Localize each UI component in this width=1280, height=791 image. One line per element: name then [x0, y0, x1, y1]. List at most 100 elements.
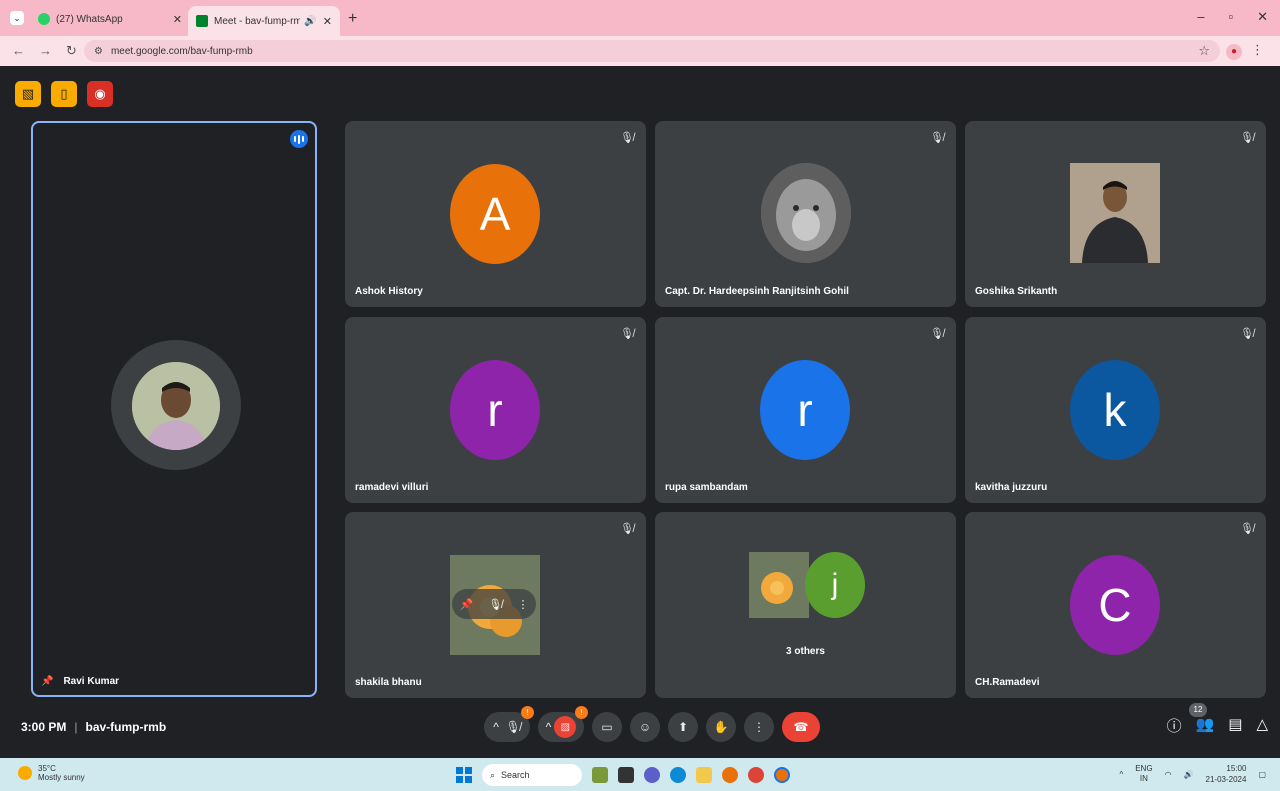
avatar: r [450, 360, 540, 460]
teams-icon[interactable] [644, 767, 660, 783]
mic-off-icon: 🎙︎̸ [930, 328, 944, 340]
participant-name: 📌 Ravi Kumar [41, 676, 119, 687]
present-button[interactable]: ⬆ [668, 712, 698, 742]
speaking-indicator-icon [290, 130, 308, 148]
language-indicator[interactable]: ENG IN [1135, 764, 1152, 784]
participant-tile[interactable]: 🎙︎̸ Goshika Srikanth [965, 121, 1266, 307]
participant-tile[interactable]: 🎙︎̸ Capt. Dr. Hardeepsinh Ranjitsinh Goh… [655, 121, 956, 307]
maximize-button[interactable]: ▫ [1228, 9, 1233, 25]
present-icon: ⬆ [677, 720, 689, 734]
meeting-info: 3:00 PM | bav-fump-rmb [21, 720, 166, 734]
chrome-icon[interactable] [748, 767, 764, 783]
mic-off-icon: 🎙︎̸ [620, 132, 634, 144]
sun-icon [18, 766, 32, 780]
chevron-up-icon[interactable]: ^ [546, 720, 552, 734]
emoji-button[interactable]: ☺ [630, 712, 660, 742]
firefox-icon[interactable] [722, 767, 738, 783]
nav-buttons: ← → ↻ [12, 43, 77, 59]
bookmark-star-icon[interactable]: ☆ [1198, 43, 1210, 59]
clock[interactable]: 15:00 21-03-2024 [1206, 763, 1247, 785]
weather-widget[interactable]: 35°C Mostly sunny [18, 764, 85, 782]
notifications-icon[interactable]: ▢ [1258, 770, 1266, 779]
new-tab-button[interactable]: + [348, 10, 357, 28]
participant-tile[interactable]: 🎙︎̸ r ramadevi villuri [345, 317, 646, 503]
speaker-icon[interactable]: 🔊 [304, 16, 316, 27]
more-options-button[interactable]: ⋮ [744, 712, 774, 742]
avatar: k [1070, 360, 1160, 460]
more-options-icon: ⋮ [753, 720, 765, 734]
pinned-participant-tile[interactable]: 📌 Ravi Kumar [31, 121, 317, 697]
chevron-up-icon[interactable]: ^ [1119, 770, 1123, 779]
chrome-profile-icon[interactable] [774, 767, 790, 783]
mic-off-icon: 🎙︎̸ [1240, 132, 1254, 144]
close-window-button[interactable]: ✕ [1257, 9, 1268, 25]
forward-icon[interactable]: → [39, 43, 52, 59]
volume-icon[interactable]: 🔊 [1184, 770, 1194, 779]
mic-off-icon: 🎙︎̸ [1240, 523, 1254, 535]
others-tile[interactable]: j 3 others [655, 512, 956, 698]
activities-icon[interactable]: △ [1256, 715, 1268, 736]
wifi-icon[interactable]: ◠ [1165, 770, 1172, 779]
end-call-icon: ☎ [793, 720, 809, 734]
news-app-icon[interactable] [592, 767, 608, 783]
taskbar-search[interactable]: ⌕ Search [482, 764, 582, 786]
participant-tile[interactable]: 🎙︎̸ A Ashok History [345, 121, 646, 307]
task-view-icon[interactable] [618, 767, 634, 783]
door-icon[interactable]: ▯ [51, 81, 77, 107]
info-icon[interactable]: ⓘ [1167, 715, 1182, 736]
raise-hand-button[interactable]: ✋ [706, 712, 736, 742]
close-icon[interactable]: ✕ [323, 15, 332, 28]
avatar [749, 552, 809, 618]
participant-tile[interactable]: 🎙︎̸ r rupa sambandam [655, 317, 956, 503]
warning-badge: ! [575, 706, 588, 719]
mic-off-icon: 🎙︎̸ [1240, 328, 1254, 340]
leave-call-button[interactable]: ☎ [782, 712, 820, 742]
captions-icon: ▭ [601, 720, 613, 734]
back-icon[interactable]: ← [12, 43, 25, 59]
participant-tile[interactable]: 🎙︎̸ C CH.Ramadevi [965, 512, 1266, 698]
minimize-button[interactable]: – [1197, 9, 1204, 25]
chevron-up-icon[interactable]: ^ [493, 720, 499, 734]
file-explorer-icon[interactable] [696, 767, 712, 783]
participant-name: CH.Ramadevi [975, 677, 1040, 688]
url-input[interactable]: ⚙ meet.google.com/bav-fump-rmb [84, 40, 1220, 62]
clock-time: 15:00 [1226, 764, 1247, 773]
meet-top-icons: ▧ ▯ ◉ [15, 81, 113, 107]
people-icon[interactable]: 👥 [1196, 715, 1215, 736]
recording-icon[interactable]: ◉ [87, 81, 113, 107]
reload-icon[interactable]: ↻ [66, 43, 77, 59]
browser-menu-icon[interactable]: ⋮ [1251, 42, 1264, 58]
profile-avatar-icon[interactable]: ● [1226, 44, 1242, 60]
camera-button[interactable]: ^ ▧ ! [538, 706, 588, 742]
close-icon[interactable]: ✕ [173, 13, 182, 26]
avatar: j [805, 552, 865, 618]
mic-off-icon[interactable]: 🎙︎̸ [488, 598, 502, 611]
site-info-icon[interactable]: ⚙ [94, 46, 103, 57]
avatar: C [1070, 555, 1160, 655]
tile-hover-controls: 📌 🎙︎̸ ⋮ [452, 589, 536, 619]
participant-name: Goshika Srikanth [975, 286, 1058, 297]
call-controls: ^ 🎙︎̸ ! ^ ▧ ! ▭ ☺ ⬆ ✋ ⋮ ☎ [484, 706, 820, 742]
edge-icon[interactable] [670, 767, 686, 783]
address-bar-row: ← → ↻ ⚙ meet.google.com/bav-fump-rmb ☆ ●… [0, 36, 1280, 66]
chat-icon[interactable]: ▤ [1228, 715, 1242, 736]
no-video-icon[interactable]: ▧ [15, 81, 41, 107]
participant-name: kavitha juzzuru [975, 482, 1048, 493]
separator: | [74, 720, 78, 734]
pin-icon[interactable]: 📌 [460, 598, 474, 611]
mic-button[interactable]: ^ 🎙︎̸ ! [484, 706, 534, 742]
window-controls: – ▫ ✕ [1197, 9, 1268, 25]
camera-off-icon: ▧ [554, 716, 577, 738]
region-code: IN [1139, 774, 1148, 783]
tab-search-button[interactable]: ⌄ [10, 11, 24, 25]
meet-icon [196, 15, 208, 27]
tab-meet[interactable]: Meet - bav-fump-rmb 🔊 ✕ [188, 6, 340, 36]
pin-icon[interactable]: 📌 [41, 676, 53, 687]
participant-tile[interactable]: 🎙︎̸ k kavitha juzzuru [965, 317, 1266, 503]
captions-button[interactable]: ▭ [592, 712, 622, 742]
tab-whatsapp[interactable]: (27) WhatsApp ✕ [30, 6, 190, 32]
windows-start-icon[interactable] [456, 767, 472, 783]
language-code: ENG [1135, 764, 1153, 773]
more-options-icon[interactable]: ⋮ [517, 598, 528, 611]
side-panel-controls: ⓘ 👥 ▤ △ [1167, 715, 1268, 736]
